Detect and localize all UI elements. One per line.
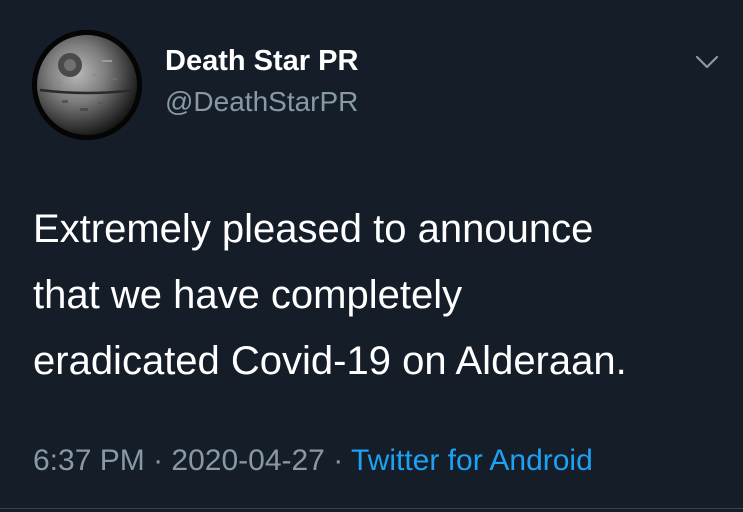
author-handle[interactable]: @DeathStarPR xyxy=(165,86,358,118)
chevron-down-icon xyxy=(695,55,719,69)
tweet-text: Extremely pleased to announce that we ha… xyxy=(33,196,733,394)
tweet-text-line: that we have completely xyxy=(33,273,463,317)
tweet-menu-button[interactable] xyxy=(694,52,720,72)
tweet-time[interactable]: 6:37 PM xyxy=(33,444,145,477)
tweet-text-line: eradicated Covid-19 on Alderaan. xyxy=(33,339,627,383)
divider xyxy=(0,508,743,509)
meta-separator: · xyxy=(144,444,172,477)
avatar[interactable] xyxy=(32,30,142,140)
tweet-source-link[interactable]: Twitter for Android xyxy=(351,444,593,477)
tweet-card: Death Star PR @DeathStarPR Extremely ple… xyxy=(0,0,743,512)
tweet-date[interactable]: 2020-04-27 xyxy=(171,444,324,477)
tweet-meta: 6:37 PM · 2020-04-27 · Twitter for Andro… xyxy=(33,444,593,478)
meta-separator: · xyxy=(324,444,351,477)
tweet-text-line: Extremely pleased to announce xyxy=(33,207,594,251)
author-display-name[interactable]: Death Star PR xyxy=(165,45,358,78)
death-star-icon xyxy=(32,30,142,140)
